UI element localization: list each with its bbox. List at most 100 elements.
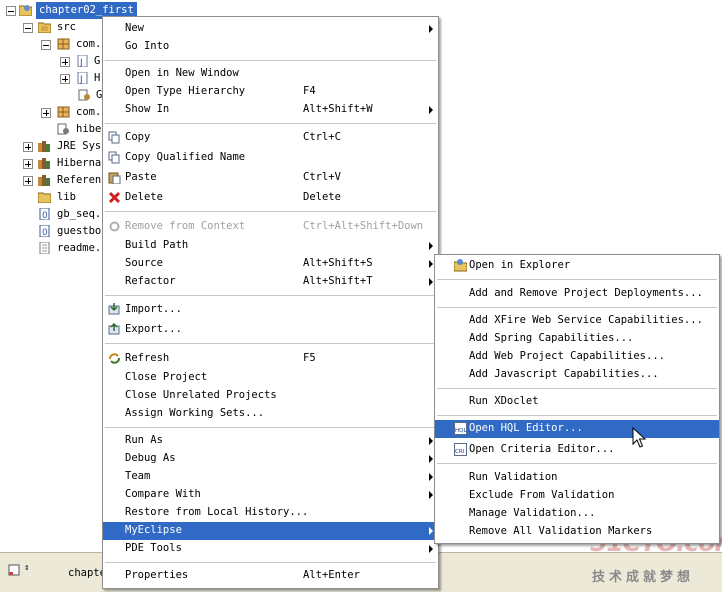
- menu-item-label: Manage Validation...: [469, 507, 596, 519]
- svg-text:0: 0: [42, 211, 48, 220]
- submenu-item-open-hql-editor[interactable]: HQL Open HQL Editor...: [435, 420, 719, 438]
- submenu-item-exclude-from-validation[interactable]: Exclude From Validation: [435, 487, 719, 505]
- menu-item-run-as[interactable]: Run As: [103, 432, 438, 450]
- expand-toggle[interactable]: [23, 176, 33, 186]
- menu-item-close-project[interactable]: Close Project: [103, 369, 438, 387]
- menu-separator: [437, 415, 717, 416]
- remove-context-icon: [109, 221, 120, 232]
- expand-toggle[interactable]: [41, 108, 51, 118]
- expand-toggle[interactable]: [60, 57, 70, 67]
- menu-item-label: Source: [125, 257, 163, 269]
- menu-item-import[interactable]: Import...: [103, 301, 438, 319]
- submenu-arrow-icon: [429, 455, 433, 463]
- project-folder-icon: [19, 5, 32, 16]
- submenu-arrow-icon: [429, 242, 433, 250]
- menu-item-shortcut: Alt+Shift+T: [303, 275, 373, 287]
- menu-item-debug-as[interactable]: Debug As: [103, 450, 438, 468]
- submenu-arrow-icon: [429, 545, 433, 553]
- folder-icon: [38, 192, 51, 203]
- menu-item-shortcut: Alt+Shift+W: [303, 103, 373, 115]
- menu-item-close-unrelated-projects[interactable]: Close Unrelated Projects: [103, 387, 438, 405]
- menu-item-copy-qualified-name[interactable]: Copy Qualified Name: [103, 149, 438, 167]
- menu-item-label: Show In: [125, 103, 170, 115]
- menu-item-show-in[interactable]: Show In Alt+Shift+W: [103, 101, 438, 119]
- menu-item-refresh[interactable]: Refresh F5: [103, 350, 438, 368]
- submenu-item-add-javascript[interactable]: Add Javascript Capabilities...: [435, 366, 719, 384]
- menu-item-label: Compare With: [125, 488, 201, 500]
- menu-item-export[interactable]: Export...: [103, 321, 438, 339]
- menu-item-label: Go Into: [125, 40, 170, 52]
- menu-item-label: Import...: [125, 303, 182, 315]
- document-icon: [39, 242, 50, 254]
- package-icon: [57, 38, 70, 50]
- svg-text:HQL: HQL: [455, 428, 467, 434]
- menu-item-copy[interactable]: Copy Ctrl+C: [103, 129, 438, 147]
- expand-toggle[interactable]: [23, 142, 33, 152]
- menu-item-source[interactable]: Source Alt+Shift+S: [103, 255, 438, 273]
- package-icon: [57, 106, 70, 118]
- menu-item-label: Refresh: [125, 352, 170, 364]
- submenu-item-open-in-explorer[interactable]: Open in Explorer: [435, 257, 719, 275]
- submenu-arrow-icon: [429, 106, 433, 114]
- submenu-arrow-icon: [429, 437, 433, 445]
- menu-item-properties[interactable]: Properties Alt+Enter: [103, 567, 438, 585]
- library-icon: [38, 158, 50, 169]
- submenu-item-remove-validation-markers[interactable]: Remove All Validation Markers: [435, 523, 719, 541]
- menu-item-label: MyEclipse: [125, 524, 182, 536]
- menu-item-build-path[interactable]: Build Path: [103, 237, 438, 255]
- menu-item-label: Open in New Window: [125, 67, 239, 79]
- menu-item-new[interactable]: New: [103, 20, 438, 38]
- view-icon[interactable]: [8, 564, 20, 576]
- menu-item-delete[interactable]: Delete Delete: [103, 189, 438, 207]
- menu-item-pde-tools[interactable]: PDE Tools: [103, 540, 438, 558]
- submenu-item-add-web-project[interactable]: Add Web Project Capabilities...: [435, 348, 719, 366]
- collapse-toggle[interactable]: [41, 40, 51, 50]
- menu-item-shortcut: Delete: [303, 191, 341, 203]
- source-folder-icon: [38, 22, 51, 33]
- menu-item-myeclipse[interactable]: MyEclipse: [103, 522, 438, 540]
- menu-separator: [105, 427, 436, 428]
- delete-icon: [108, 191, 121, 204]
- bottom-tab-label[interactable]: chapte: [68, 567, 106, 579]
- submenu-item-add-spring[interactable]: Add Spring Capabilities...: [435, 330, 719, 348]
- menu-item-team[interactable]: Team: [103, 468, 438, 486]
- submenu-item-run-xdoclet[interactable]: Run XDoclet: [435, 393, 719, 411]
- library-icon: [38, 175, 50, 186]
- text-file-icon: 0: [39, 225, 50, 237]
- tree-item-label: gb_seq.: [57, 208, 102, 220]
- menu-item-restore-from-local-history[interactable]: Restore from Local History...: [103, 504, 438, 522]
- menu-item-paste[interactable]: Paste Ctrl+V: [103, 169, 438, 187]
- submenu-item-run-validation[interactable]: Run Validation: [435, 469, 719, 487]
- menu-item-label: Restore from Local History...: [125, 506, 309, 518]
- menu-item-open-in-new-window[interactable]: Open in New Window: [103, 65, 438, 83]
- menu-item-label: Exclude From Validation: [469, 489, 615, 501]
- menu-item-go-into[interactable]: Go Into: [103, 38, 438, 56]
- menu-item-label: Export...: [125, 323, 182, 335]
- submenu-item-open-criteria-editor[interactable]: CRI Open Criteria Editor...: [435, 441, 719, 459]
- menu-item-label: Add Web Project Capabilities...: [469, 350, 665, 362]
- collapse-toggle[interactable]: [6, 6, 16, 16]
- text-file-icon: 0: [39, 208, 50, 220]
- submenu-item-project-deployments[interactable]: Add and Remove Project Deployments...: [435, 285, 719, 303]
- menu-item-label: Assign Working Sets...: [125, 407, 265, 419]
- menu-item-label: Open in Explorer: [469, 259, 571, 271]
- menu-separator: [437, 279, 717, 280]
- menu-item-open-type-hierarchy[interactable]: Open Type Hierarchy F4: [103, 83, 438, 101]
- expand-toggle[interactable]: [60, 74, 70, 84]
- menu-item-shortcut: F4: [303, 85, 316, 97]
- menu-item-shortcut: Alt+Shift+S: [303, 257, 373, 269]
- view-menu-icon[interactable]: ⇕: [24, 563, 29, 573]
- menu-item-label: Debug As: [125, 452, 176, 464]
- tree-item-label: JRE Sys: [57, 140, 102, 152]
- expand-toggle[interactable]: [23, 159, 33, 169]
- menu-item-label: Close Unrelated Projects: [125, 389, 277, 401]
- export-icon: [108, 323, 120, 335]
- submenu-item-manage-validation[interactable]: Manage Validation...: [435, 505, 719, 523]
- menu-item-compare-with[interactable]: Compare With: [103, 486, 438, 504]
- submenu-item-add-xfire[interactable]: Add XFire Web Service Capabilities...: [435, 312, 719, 330]
- menu-item-refactor[interactable]: Refactor Alt+Shift+T: [103, 273, 438, 291]
- criteria-editor-icon: CRI: [454, 443, 467, 456]
- menu-item-assign-working-sets[interactable]: Assign Working Sets...: [103, 405, 438, 423]
- collapse-toggle[interactable]: [23, 23, 33, 33]
- java-file-icon: J: [77, 72, 88, 84]
